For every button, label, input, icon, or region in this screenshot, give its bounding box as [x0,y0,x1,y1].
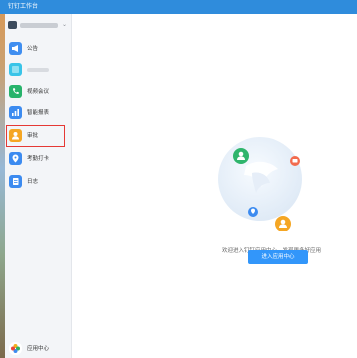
location-pin-icon [9,152,22,165]
sidebar-item-label: 视频会议 [27,89,50,95]
sidebar: ⌄ 公告 视频会议 智能报表 审批 考勤打卡 日志 应用中心 [5,14,72,358]
window-title: 钉钉工作台 [8,3,39,10]
app-center-icon [9,342,22,355]
user-name-redacted [20,23,58,28]
sidebar-item-video-meeting[interactable]: 视频会议 [5,84,72,100]
sidebar-item-app-center[interactable]: 应用中心 [5,339,72,358]
sidebar-item-label: 考勤打卡 [27,156,50,162]
window-titlebar: 钉钉工作台 [0,0,357,14]
avatar [8,21,17,29]
main-content: 欢迎进入钉钉应用中心，发现更多好应用 进入应用中心 [72,14,357,358]
sidebar-item-attendance[interactable]: 考勤打卡 [5,151,72,167]
sidebar-item-smart-report[interactable]: 智能报表 [5,105,72,121]
sidebar-item-blurred-app[interactable] [5,62,72,78]
sidebar-item-label: 应用中心 [27,346,50,352]
phone-icon [9,85,22,98]
sidebar-item-announcement[interactable]: 公告 [5,41,72,57]
user-switcher[interactable]: ⌄ [5,14,72,36]
sidebar-item-label-redacted [27,68,49,72]
log-icon [9,175,22,188]
megaphone-icon [9,42,22,55]
app-icon [9,63,22,76]
sidebar-item-label: 智能报表 [27,110,50,116]
report-icon [9,106,22,119]
enter-app-center-button[interactable]: 进入应用中心 [248,250,308,264]
sidebar-item-label: 日志 [27,179,39,185]
selection-highlight [6,125,65,147]
sidebar-item-log[interactable]: 日志 [5,174,72,190]
chevron-down-icon[interactable]: ⌄ [62,20,67,30]
sidebar-item-label: 公告 [27,46,39,52]
app-center-illustration [208,131,308,232]
